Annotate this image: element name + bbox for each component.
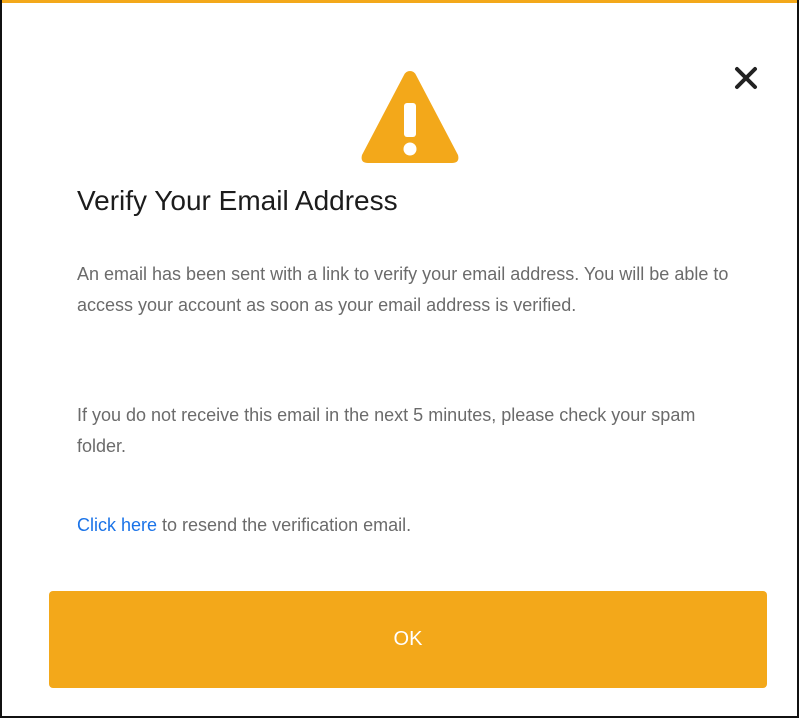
close-button[interactable] (730, 63, 762, 95)
resend-message: Click here to resend the verification em… (77, 510, 737, 541)
resend-link[interactable]: Click here (77, 515, 157, 535)
ok-button-label: OK (393, 628, 423, 650)
ok-button[interactable]: OK (49, 591, 767, 688)
verification-message: An email has been sent with a link to ve… (77, 264, 729, 315)
verify-email-dialog: Verify Your Email Address An email has b… (2, 3, 797, 716)
spam-folder-message: If you do not receive this email in the … (77, 405, 696, 456)
close-icon (734, 66, 758, 93)
dialog-title: Verify Your Email Address (77, 185, 398, 216)
warning-icon (358, 67, 462, 167)
resend-suffix: to resend the verification email. (157, 515, 412, 535)
